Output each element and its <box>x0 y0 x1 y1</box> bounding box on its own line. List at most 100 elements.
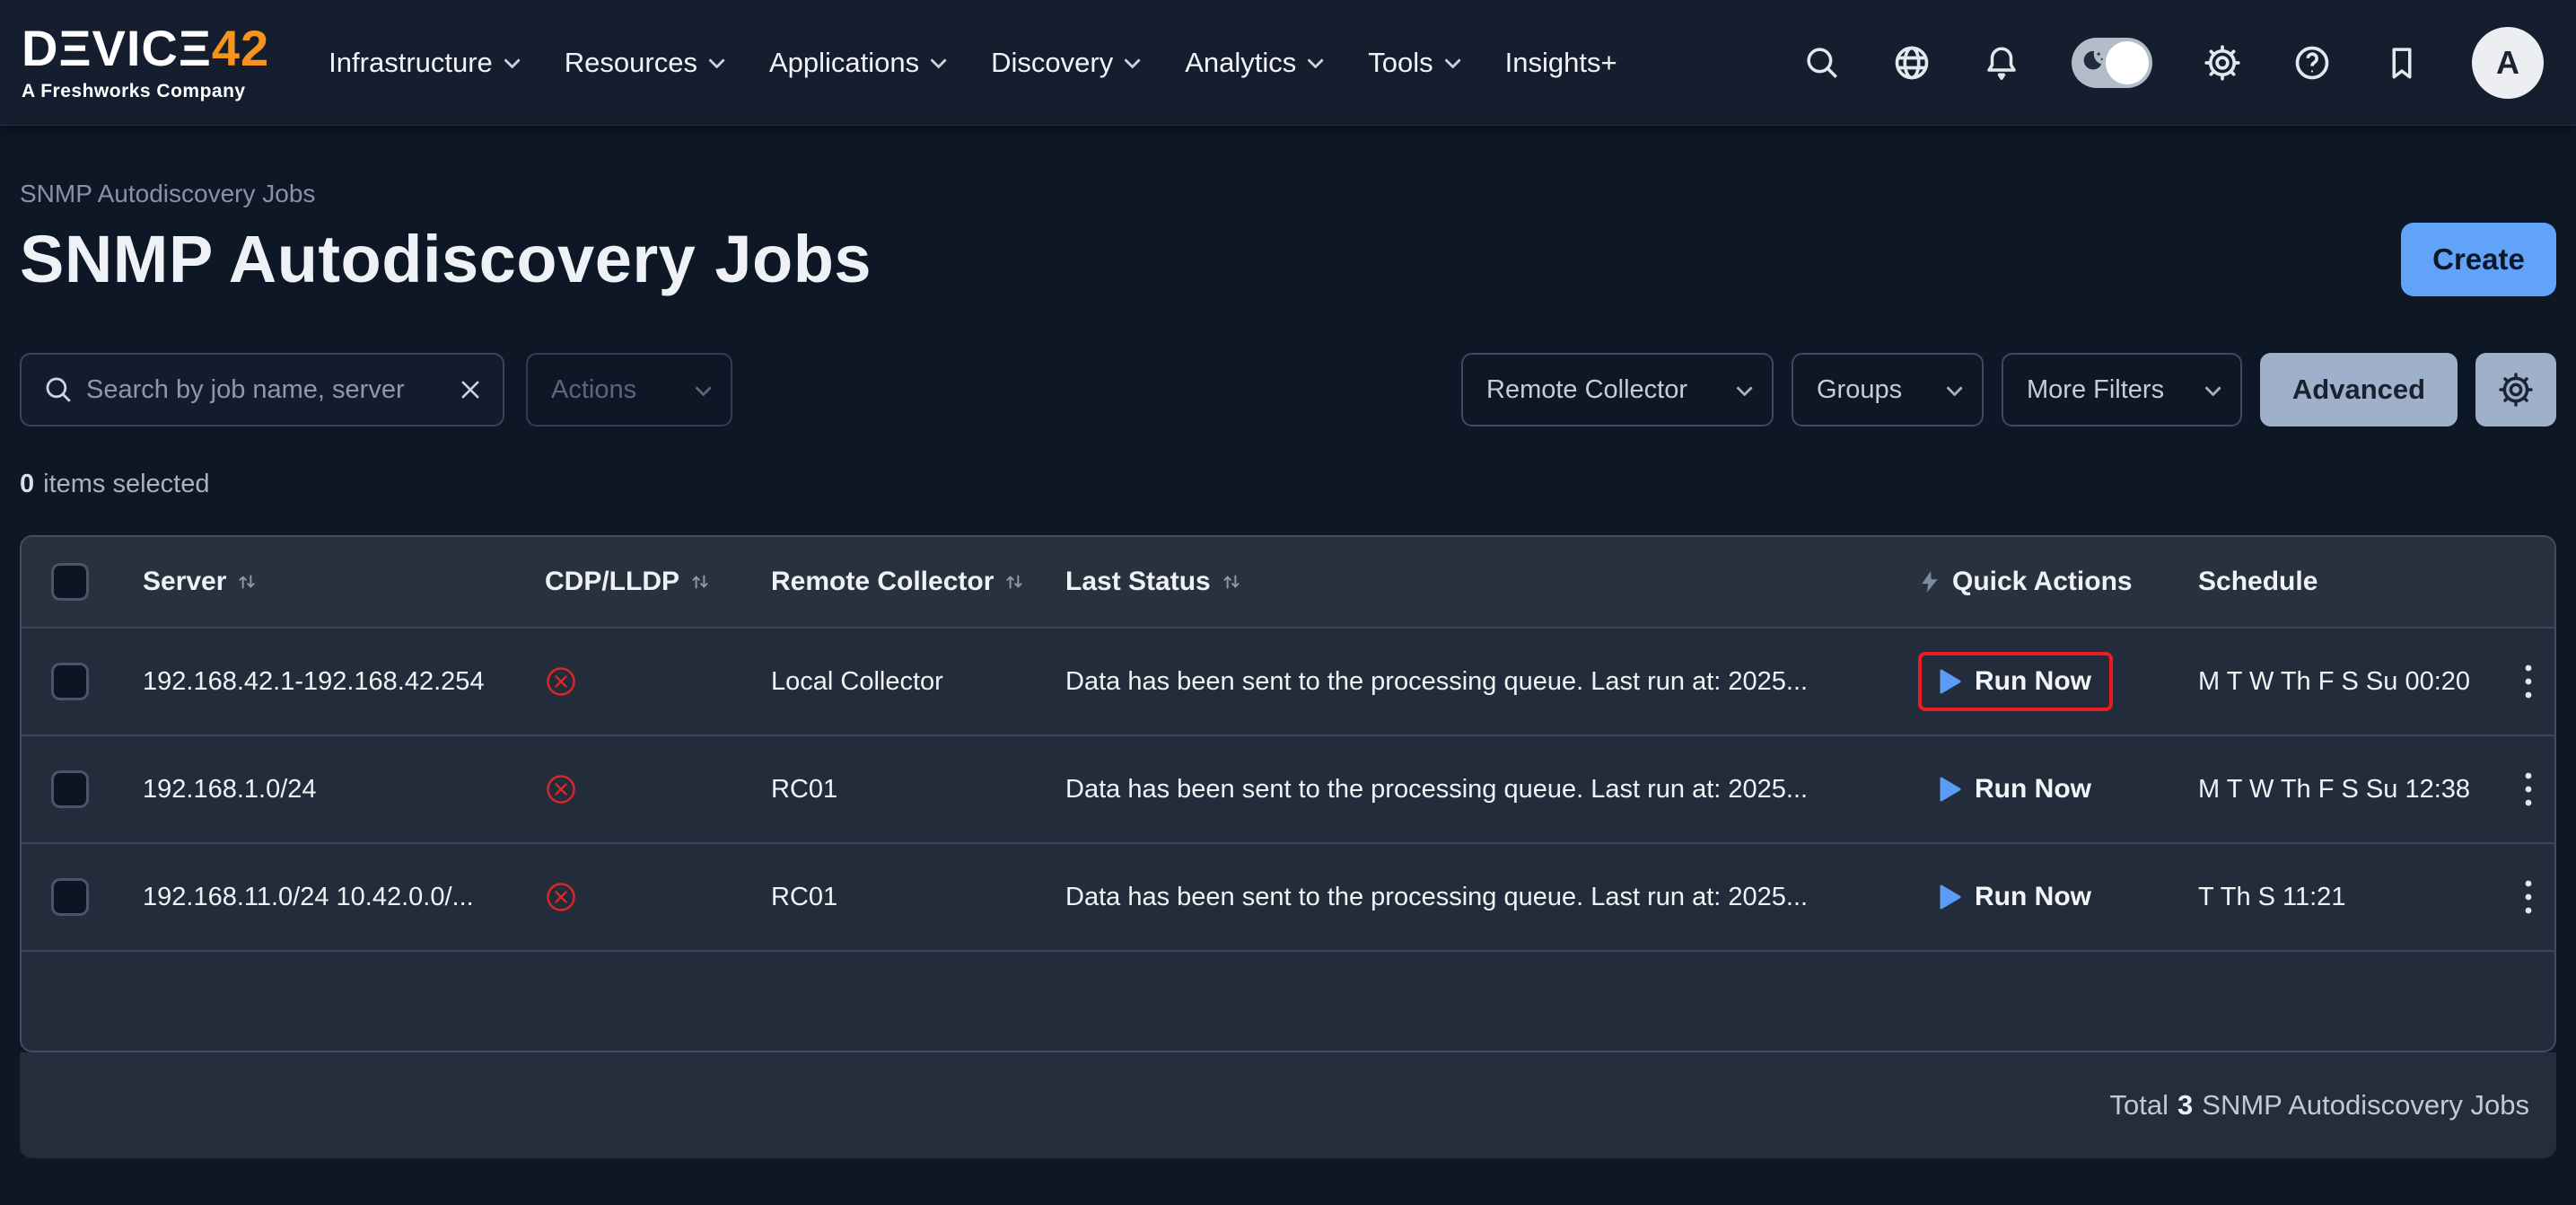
sort-icon <box>688 570 712 594</box>
column-server[interactable]: Server <box>122 567 524 597</box>
circle-x-icon <box>545 881 577 913</box>
advanced-button[interactable]: Advanced <box>2260 353 2458 427</box>
device42-logo[interactable]: DΞVICΞ42 A Freshworks Company <box>22 23 269 102</box>
play-icon <box>1940 884 1961 910</box>
row-checkbox[interactable] <box>51 878 89 916</box>
help-icon[interactable] <box>2292 43 2332 83</box>
row-menu-button[interactable] <box>2509 762 2548 816</box>
circle-x-icon <box>545 773 577 805</box>
remote-collector-filter[interactable]: Remote Collector <box>1461 353 1774 427</box>
breadcrumb[interactable]: SNMP Autodiscovery Jobs <box>20 180 2556 208</box>
collector-cell: Local Collector <box>750 667 1045 697</box>
sort-icon <box>1003 570 1026 594</box>
server-cell[interactable]: 192.168.11.0/24 10.42.0.0/... <box>122 883 524 912</box>
chevron-down-icon <box>695 380 711 396</box>
toggle-knob <box>2106 41 2149 84</box>
menu-tools[interactable]: Tools <box>1368 47 1456 79</box>
run-now-button[interactable]: Run Now <box>1918 760 2113 819</box>
cdp-lldp-cell <box>524 773 750 805</box>
globe-icon[interactable] <box>1892 43 1932 83</box>
sort-icon <box>1220 570 1243 594</box>
bookmark-icon[interactable] <box>2382 43 2422 83</box>
actions-dropdown[interactable]: Actions <box>526 353 732 427</box>
chevron-down-icon <box>504 52 520 68</box>
kebab-icon <box>2524 664 2533 699</box>
toolbar: Actions Remote Collector Groups More Fil… <box>20 353 2556 427</box>
search-icon[interactable] <box>1802 43 1842 83</box>
row-menu-button[interactable] <box>2509 655 2548 708</box>
table-empty-area <box>22 950 2554 1051</box>
menu-discovery[interactable]: Discovery <box>991 47 1136 79</box>
jobs-table: Server CDP/LLDP Remote Collector Last St… <box>20 535 2556 1052</box>
kebab-icon <box>2524 879 2533 915</box>
column-remote-collector[interactable]: Remote Collector <box>750 567 1045 597</box>
cdp-lldp-cell <box>524 665 750 698</box>
search-icon <box>43 374 74 405</box>
row-checkbox[interactable] <box>51 770 89 808</box>
collector-cell: RC01 <box>750 883 1045 912</box>
table-row: 192.168.11.0/24 10.42.0.0/... RC01 Data … <box>22 842 2554 950</box>
table-row: 192.168.42.1-192.168.42.254 Local Collec… <box>22 627 2554 734</box>
clear-search-icon[interactable] <box>458 377 483 402</box>
chevron-down-icon <box>931 52 947 68</box>
chevron-down-icon <box>2204 380 2221 396</box>
logo-tagline: A Freshworks Company <box>22 81 269 102</box>
chevron-down-icon <box>1946 380 1962 396</box>
table-header-row: Server CDP/LLDP Remote Collector Last St… <box>22 537 2554 627</box>
status-cell: Data has been sent to the processing que… <box>1045 883 1897 912</box>
schedule-cell: T Th S 11:21 <box>2177 883 2488 912</box>
more-filters-dropdown[interactable]: More Filters <box>2002 353 2242 427</box>
play-icon <box>1940 777 1961 802</box>
status-cell: Data has been sent to the processing que… <box>1045 775 1897 805</box>
groups-filter[interactable]: Groups <box>1792 353 1984 427</box>
circle-x-icon <box>545 665 577 698</box>
column-cdp-lldp[interactable]: CDP/LLDP <box>524 567 750 597</box>
moon-icon <box>2078 48 2105 75</box>
page-title: SNMP Autodiscovery Jobs <box>20 221 872 297</box>
main-menu: Infrastructure Resources Applications Di… <box>329 47 1617 79</box>
search-box[interactable] <box>20 353 504 427</box>
row-menu-button[interactable] <box>2509 870 2548 924</box>
menu-insights-plus[interactable]: Insights+ <box>1505 47 1617 79</box>
chevron-down-icon <box>708 52 724 68</box>
table-settings-button[interactable] <box>2475 353 2556 427</box>
menu-applications[interactable]: Applications <box>769 47 942 79</box>
sort-icon <box>235 570 258 594</box>
column-last-status[interactable]: Last Status <box>1045 567 1897 597</box>
quick-actions-cell: Run Now <box>1897 760 2177 819</box>
status-cell: Data has been sent to the processing que… <box>1045 667 1897 697</box>
select-all-checkbox[interactable] <box>51 563 89 601</box>
total-count-text: Total 3 SNMP Autodiscovery Jobs <box>2110 1089 2529 1121</box>
play-icon <box>1940 669 1961 694</box>
cdp-lldp-cell <box>524 881 750 913</box>
bell-icon[interactable] <box>1982 43 2021 83</box>
chevron-down-icon <box>1736 380 1752 396</box>
server-cell[interactable]: 192.168.1.0/24 <box>122 775 524 805</box>
gear-icon[interactable] <box>2203 43 2242 83</box>
create-button[interactable]: Create <box>2401 223 2556 296</box>
collector-cell: RC01 <box>750 775 1045 805</box>
quick-actions-cell: Run Now <box>1897 652 2177 711</box>
column-quick-actions: Quick Actions <box>1897 567 2177 597</box>
search-input[interactable] <box>86 375 445 405</box>
chevron-down-icon <box>1308 52 1324 68</box>
table-footer: Total 3 SNMP Autodiscovery Jobs <box>20 1052 2556 1158</box>
row-checkbox[interactable] <box>51 663 89 700</box>
top-navbar: DΞVICΞ42 A Freshworks Company Infrastruc… <box>0 0 2576 126</box>
chevron-down-icon <box>1444 52 1460 68</box>
theme-toggle[interactable] <box>2072 38 2152 88</box>
menu-resources[interactable]: Resources <box>565 47 721 79</box>
schedule-cell: M T W Th F S Su 12:38 <box>2177 775 2488 805</box>
server-cell[interactable]: 192.168.42.1-192.168.42.254 <box>122 667 524 697</box>
user-avatar[interactable]: A <box>2472 27 2544 99</box>
run-now-button[interactable]: Run Now <box>1918 867 2113 927</box>
logo-wordmark: DΞVICΞ42 <box>22 23 269 74</box>
main-content: SNMP Autodiscovery Jobs SNMP Autodiscove… <box>0 180 2576 1158</box>
menu-infrastructure[interactable]: Infrastructure <box>329 47 516 79</box>
chevron-down-icon <box>1125 52 1141 68</box>
menu-analytics[interactable]: Analytics <box>1185 47 1319 79</box>
table-row: 192.168.1.0/24 RC01 Data has been sent t… <box>22 734 2554 842</box>
navbar-actions: A <box>1802 27 2544 99</box>
quick-actions-cell: Run Now <box>1897 867 2177 927</box>
run-now-button[interactable]: Run Now <box>1918 652 2113 711</box>
